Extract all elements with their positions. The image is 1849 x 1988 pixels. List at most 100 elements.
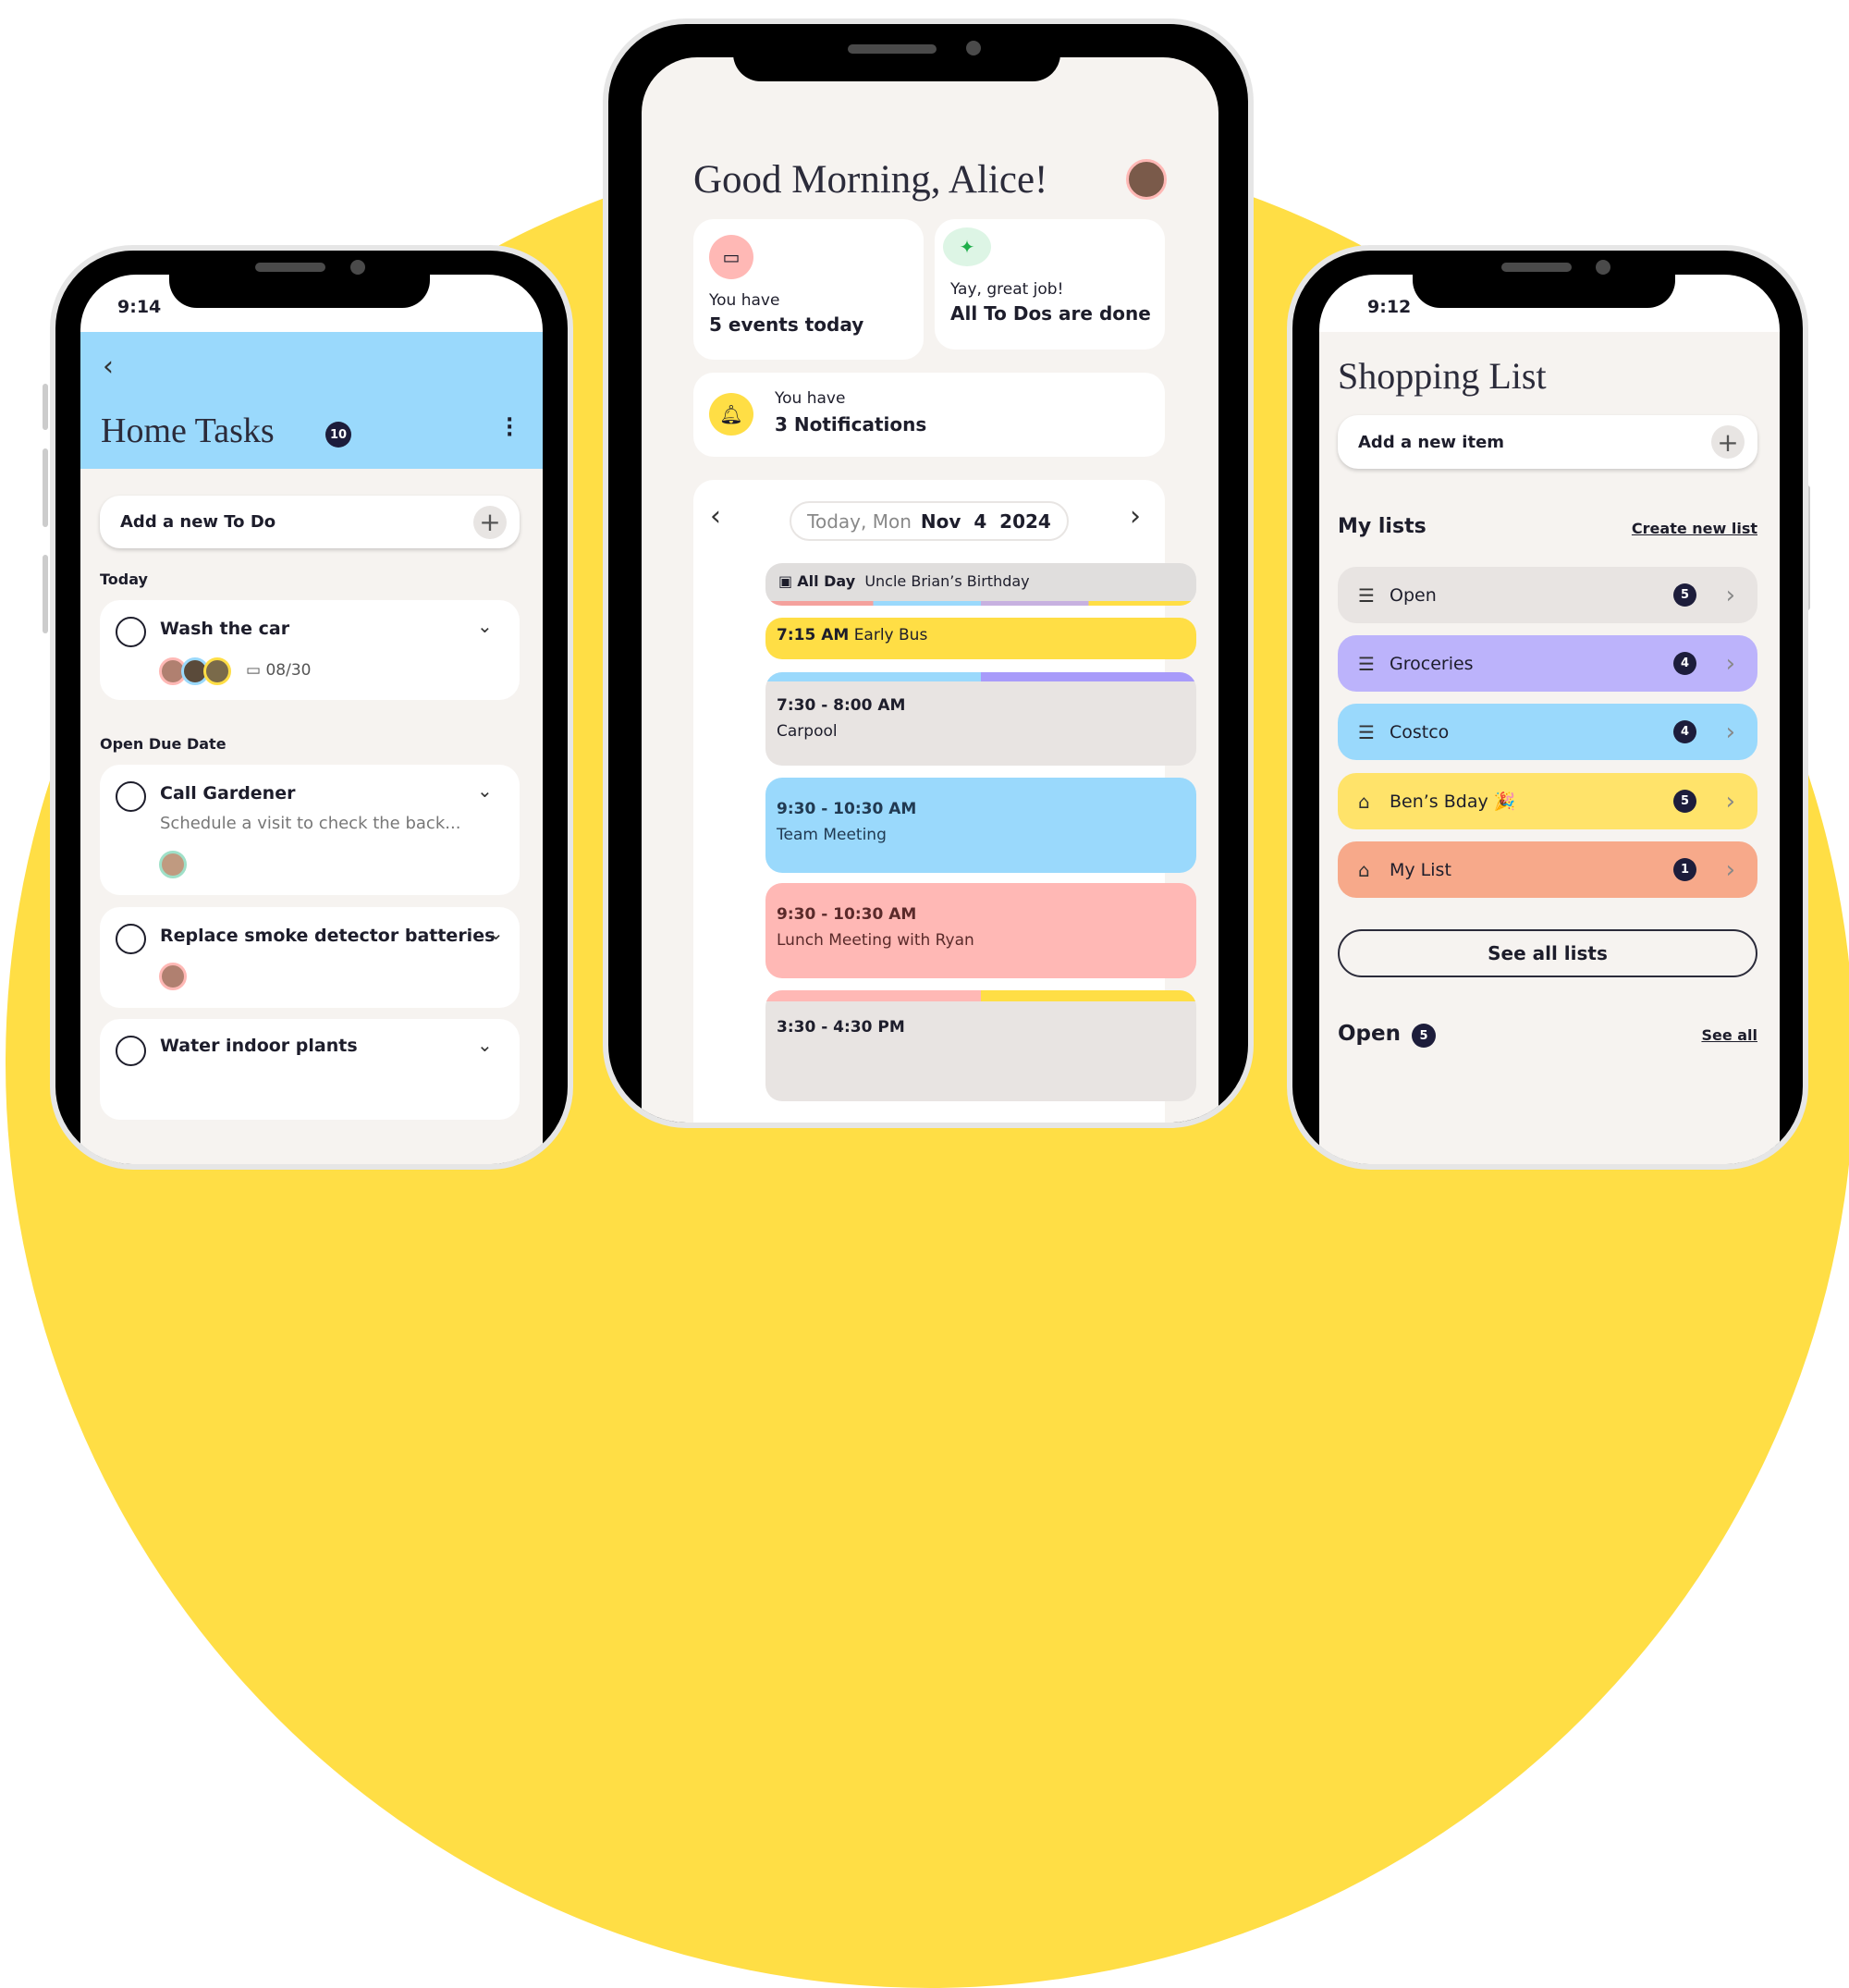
label: Carpool — [777, 722, 838, 741]
chevron-down-icon[interactable]: ⌄ — [488, 922, 504, 944]
notifications-card[interactable]: 🔔︎ You have 3 Notifications — [693, 373, 1165, 457]
label: Groceries — [1390, 653, 1474, 674]
chevron-right-icon: › — [1725, 718, 1735, 746]
status-time: 9:14 — [117, 297, 162, 317]
section-today: Today — [100, 571, 148, 588]
create-new-list-link[interactable]: Create new list — [1632, 520, 1757, 537]
task-title: Water indoor plants — [160, 1036, 358, 1056]
phone-home-tasks: 9:14 ‹ Home Tasks 10 · · · Add a new To Do… — [50, 245, 573, 1170]
task-card[interactable]: Replace smoke detector batteries ⌄ — [100, 907, 520, 1008]
label: Open — [1390, 584, 1437, 606]
todos-card[interactable]: ✦ Yay, great job! All To Dos are done — [935, 219, 1165, 350]
date-picker[interactable]: Today, Mon Nov 4 2024 — [790, 501, 1069, 541]
label: Team Meeting — [777, 826, 887, 844]
greeting: Good Morning, Alice! — [693, 158, 1048, 202]
notch — [1413, 251, 1675, 308]
count-badge: 4 — [1673, 652, 1696, 675]
plus-icon[interactable]: + — [1711, 425, 1745, 459]
event[interactable]: 9:30 - 10:30 AM Lunch Meeting with Ryan — [765, 883, 1196, 978]
label: Ben’s Bday 🎉 — [1390, 792, 1516, 812]
task-card[interactable]: Wash the car ⌄ ▭ 08/30 — [100, 600, 520, 700]
checkbox[interactable] — [116, 924, 146, 954]
event[interactable]: 3:30 - 4:30 PM — [765, 990, 1196, 1101]
basket-icon: ⌂ — [1358, 858, 1370, 881]
add-item-input[interactable]: Add a new item + — [1338, 415, 1757, 469]
next-day-button[interactable]: › — [1130, 500, 1141, 533]
avatar — [203, 657, 231, 685]
see-all-lists-button[interactable]: See all lists — [1338, 929, 1757, 977]
task-title: Call Gardener — [160, 783, 296, 804]
card-label: You have — [775, 389, 846, 408]
chevron-right-icon: › — [1725, 855, 1735, 884]
section-open: Open — [1338, 1022, 1401, 1046]
see-all-link[interactable]: See all — [1701, 1026, 1757, 1044]
list-icon: ☰ — [1358, 583, 1375, 607]
events-card[interactable]: ▭ You have 5 events today — [693, 219, 924, 360]
checkbox[interactable] — [116, 781, 146, 812]
add-todo-input[interactable]: Add a new To Do + — [100, 496, 520, 548]
calendar-icon: ▭ — [246, 661, 266, 680]
more-icon[interactable]: · · · — [506, 411, 513, 446]
notch — [733, 24, 1060, 81]
section-open-due-date: Open Due Date — [100, 735, 227, 753]
list-item[interactable]: ⌂ My List 1 › — [1338, 841, 1757, 898]
label: Uncle Brian’s Birthday — [864, 572, 1030, 590]
event[interactable]: 9:30 - 10:30 AM Team Meeting — [765, 778, 1196, 873]
task-title: Wash the car — [160, 619, 290, 639]
label: All Day — [797, 572, 856, 590]
card-value: 5 events today — [709, 313, 864, 336]
volume-button — [43, 384, 48, 430]
notch — [169, 251, 430, 308]
label: 7:30 - 8:00 AM — [777, 696, 906, 715]
chevron-down-icon[interactable]: ⌄ — [477, 615, 493, 637]
event[interactable]: 7:15 AM Early Bus — [765, 618, 1196, 659]
list-item[interactable]: ☰ Open 5 › — [1338, 567, 1757, 623]
label: Early Bus — [853, 626, 928, 644]
card-label: Yay, great job! — [950, 280, 1064, 299]
open-count-badge: 5 — [1412, 1024, 1436, 1048]
page-title: Home Tasks — [101, 411, 275, 450]
calendar-icon: ▭ — [709, 235, 753, 279]
list-item[interactable]: ⌂ Ben’s Bday 🎉 5 › — [1338, 773, 1757, 829]
prev-day-button[interactable]: ‹ — [710, 500, 721, 533]
count-badge: 1 — [1673, 858, 1696, 881]
label: My List — [1390, 859, 1451, 880]
label: Lunch Meeting with Ryan — [777, 931, 974, 950]
sparkle-icon: ✦ — [943, 227, 991, 266]
phone-shopping: 9:12 Shopping List Add a new item + My li… — [1287, 245, 1808, 1170]
basket-icon: ⌂ — [1358, 790, 1370, 813]
task-subtitle: Schedule a visit to check the back... — [160, 814, 461, 833]
chevron-right-icon: › — [1725, 581, 1735, 609]
count-badge: 4 — [1673, 720, 1696, 743]
label: 9:30 - 10:30 AM — [777, 905, 917, 924]
card-value: 3 Notifications — [775, 413, 927, 436]
volume-button — [43, 555, 48, 633]
task-card[interactable]: Call Gardener ⌄ Schedule a visit to chec… — [100, 765, 520, 895]
avatar — [159, 963, 187, 990]
list-item[interactable]: ☰ Costco 4 › — [1338, 704, 1757, 760]
task-card[interactable]: Water indoor plants ⌄ — [100, 1019, 520, 1120]
label: 3:30 - 4:30 PM — [777, 1018, 905, 1037]
page-title: Shopping List — [1338, 355, 1547, 397]
label: Costco — [1390, 721, 1450, 742]
count-badge: 5 — [1673, 790, 1696, 813]
event-all-day[interactable]: ▣ All Day Uncle Brian’s Birthday — [765, 563, 1196, 606]
checkbox[interactable] — [116, 617, 146, 647]
chevron-right-icon: › — [1725, 787, 1735, 816]
card-value: All To Dos are done — [950, 302, 1151, 325]
label: 9:30 - 10:30 AM — [777, 800, 917, 818]
chevron-right-icon: › — [1725, 649, 1735, 678]
back-button[interactable]: ‹ — [103, 350, 114, 383]
avatar[interactable] — [1126, 159, 1167, 200]
card-label: You have — [709, 291, 780, 310]
chevron-down-icon[interactable]: ⌄ — [477, 779, 493, 802]
list-icon: ☰ — [1358, 720, 1375, 743]
event[interactable]: 7:30 - 8:00 AM Carpool — [765, 672, 1196, 766]
volume-button — [43, 448, 48, 527]
chevron-down-icon[interactable]: ⌄ — [477, 1034, 493, 1056]
phone-home: Good Morning, Alice! ▭ You have 5 events… — [603, 18, 1254, 1128]
section-my-lists: My lists — [1338, 515, 1427, 538]
list-item[interactable]: ☰ Groceries 4 › — [1338, 635, 1757, 692]
count-badge: 10 — [325, 422, 351, 448]
plus-icon[interactable]: + — [473, 505, 507, 539]
